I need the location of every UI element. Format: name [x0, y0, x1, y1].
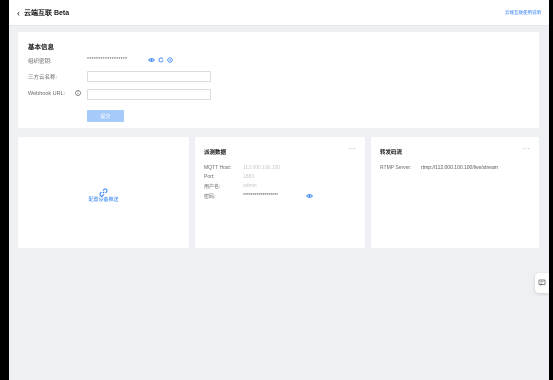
- page-header: ‹ 云端互联 Beta 云端互联使用说明: [9, 0, 549, 26]
- rtmp-card: 转发码流 ··· RTMP Server: rtmp://112.000.100…: [371, 137, 539, 248]
- eye-icon[interactable]: [147, 57, 156, 65]
- mqtt-card-title: 派测数据: [204, 150, 227, 156]
- mqtt-card: 派测数据 ··· MQTT Host: 112.000.100.100 Port…: [195, 137, 365, 248]
- config-push-card: 配置设备推送: [18, 137, 189, 248]
- webhook-label: Webhook URL:: [28, 91, 66, 97]
- password-value: ******************: [243, 193, 279, 199]
- username-label: 用户名:: [204, 184, 221, 190]
- org-secret-value: ******************: [87, 57, 128, 63]
- submit-button[interactable]: 提交: [87, 110, 124, 122]
- mqtt-host-value: 112.000.100.100: [243, 165, 281, 171]
- password-label: 密码:: [204, 194, 216, 200]
- refresh-icon[interactable]: [158, 57, 164, 65]
- port-value: 1883: [243, 174, 255, 180]
- rtmp-server-value: rtmp://112.000.100.100/live/stream: [421, 165, 498, 171]
- username-value: admin: [243, 183, 257, 189]
- basic-info-panel: 基本信息 组织密钥: ****************** 三方云名称: Web…: [18, 32, 539, 128]
- config-push-link[interactable]: 配置设备推送: [18, 196, 189, 203]
- eye-icon[interactable]: [305, 193, 314, 201]
- app-window: ‹ 云端互联 Beta 云端互联使用说明 基本信息 组织密钥: ********…: [9, 0, 549, 380]
- more-icon[interactable]: ···: [349, 146, 357, 152]
- org-secret-label: 组织密钥:: [28, 59, 52, 65]
- third-party-label: 三方云名称:: [28, 75, 58, 81]
- mqtt-host-label: MQTT Host:: [204, 165, 232, 171]
- more-icon[interactable]: ···: [523, 146, 531, 152]
- feedback-icon[interactable]: [535, 273, 549, 293]
- back-icon[interactable]: ‹: [17, 8, 20, 18]
- webhook-input[interactable]: [87, 89, 211, 100]
- copy-icon[interactable]: [167, 57, 173, 65]
- basic-info-title: 基本信息: [28, 44, 54, 51]
- help-link[interactable]: 云端互联使用说明: [505, 10, 541, 16]
- rtmp-card-title: 转发码流: [380, 150, 403, 156]
- page-title: 云端互联 Beta: [24, 9, 70, 17]
- info-icon[interactable]: [75, 90, 81, 98]
- rtmp-server-label: RTMP Server:: [380, 165, 412, 171]
- port-label: Port:: [204, 174, 215, 180]
- third-party-input[interactable]: [87, 71, 211, 82]
